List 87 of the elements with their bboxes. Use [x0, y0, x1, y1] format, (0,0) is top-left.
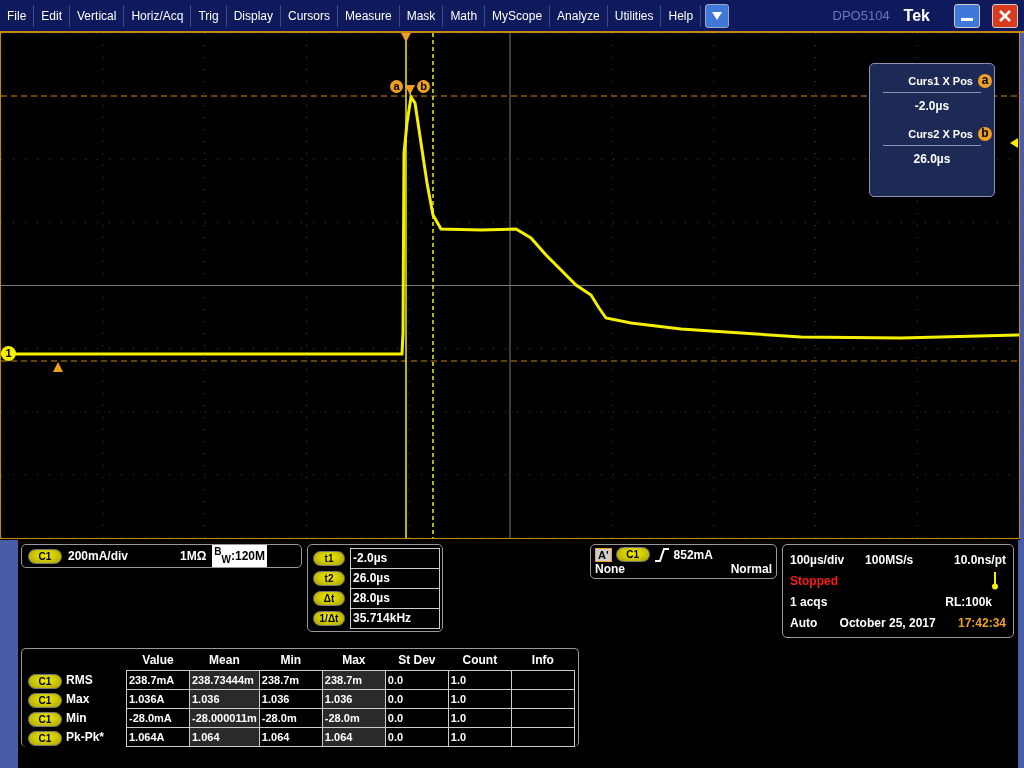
menu-item[interactable]: Display [226, 4, 281, 27]
model-name: DPO5104 [832, 8, 890, 23]
table-cell: 1.0 [448, 670, 512, 690]
column-header: Info [531, 653, 554, 667]
channel-badge: C1 [615, 547, 650, 562]
column-header: Min [280, 653, 302, 667]
cursor-label: b [417, 80, 430, 93]
caret-icon [712, 11, 723, 20]
column-header: St Dev [398, 653, 436, 667]
impedance: 1MΩ [180, 549, 207, 563]
menu-item[interactable]: Trig [191, 4, 227, 27]
brand-logo: Tek [903, 6, 930, 25]
menu-item[interactable]: Edit [34, 4, 71, 27]
trigger-level-icon[interactable] [1010, 138, 1018, 148]
acquisition-state: Stopped [790, 573, 838, 588]
thermometer-icon [992, 571, 998, 590]
menu-item[interactable]: File [0, 4, 35, 27]
close-icon [999, 9, 1011, 22]
cursor-value: 28.0µs [350, 588, 440, 609]
column-header: Max [342, 653, 366, 667]
measurement-name: Pk-Pk* [66, 727, 127, 747]
record-length: RL:100k [945, 594, 992, 609]
trigger-level: 852mA [673, 547, 713, 562]
cursor-button[interactable]: t2 [313, 570, 345, 586]
table-cell: 238.7m [259, 670, 323, 690]
column-header: Value [142, 653, 174, 667]
table-cell: 238.7m [322, 670, 386, 690]
minimize-button[interactable] [954, 3, 980, 28]
triangle-marker-icon [405, 85, 415, 95]
minimize-icon [961, 17, 973, 22]
menu-item[interactable]: Vertical [70, 4, 125, 27]
channel-badge[interactable]: C1 [28, 712, 62, 727]
measurement-name: Max [66, 689, 127, 709]
menu-item[interactable]: MyScope [485, 4, 551, 27]
column-header: Count [462, 653, 498, 667]
cursor-label: b [978, 127, 992, 141]
measurement-name: RMS [66, 670, 127, 690]
menu-item[interactable]: Horiz/Acq [124, 4, 192, 27]
channel-badge[interactable]: C1 [28, 731, 62, 746]
channel-marker[interactable]: 1 [1, 346, 16, 361]
menu-item[interactable]: Mask [399, 4, 444, 27]
table-cell: 238.73444m [189, 670, 260, 690]
vertical-cursor-line[interactable] [432, 33, 434, 538]
acquisition-panel[interactable]: 100µs/div 100MS/s 10.0ns/pt Stopped 1 acqs RL:100k Auto October 25, 2017 17:42:34 [782, 544, 1014, 638]
cursor-position-label: Curs1 X Pos [908, 75, 973, 87]
menu-item[interactable]: Cursors [281, 4, 338, 27]
cursor-label: a [978, 74, 992, 88]
menu-item[interactable]: Math [443, 4, 486, 27]
trigger-panel[interactable]: A' C1 852mA None Normal [590, 544, 777, 579]
channel-panel[interactable]: C1 200mA/div 1MΩ $^{B}$$_{W}$:120M [21, 544, 302, 568]
dropdown-button[interactable] [705, 3, 730, 28]
date: October 25, 2017 [839, 615, 936, 630]
channel-badge[interactable]: C1 [28, 548, 62, 564]
table-cell: 0.0 [385, 670, 449, 690]
cursor-position-value: 26.0µs [913, 152, 951, 166]
trigger-mode: Normal [730, 562, 772, 576]
cursor-position-label: Curs2 X Pos [908, 128, 973, 140]
triangle-marker-icon [53, 362, 63, 372]
resolution: 10.0ns/pt [953, 552, 1006, 567]
rising-edge-icon [653, 547, 670, 562]
time-scale: 100µs/div [790, 552, 845, 567]
cursor-label: a [390, 80, 403, 93]
channel-badge[interactable]: C1 [28, 674, 62, 689]
menu-item[interactable]: Analyze [550, 4, 608, 27]
menu-item[interactable]: Help [661, 4, 702, 27]
channel-badge[interactable]: C1 [28, 693, 62, 708]
measurement-name: Min [66, 708, 127, 728]
time: 17:42:34 [957, 615, 1006, 630]
acquisition-mode: Auto [790, 615, 818, 630]
menu-item[interactable]: Measure [338, 4, 400, 27]
cursor-button[interactable]: 1/Δt [313, 610, 345, 626]
trigger-coupling: None [595, 562, 625, 576]
cursor-button[interactable]: t1 [313, 550, 345, 566]
trigger-tag: A' [595, 547, 612, 562]
cursor-position-value: -2.0µs [914, 99, 950, 113]
acquisition-count: 1 acqs [790, 594, 828, 609]
cursor-button[interactable]: Δt [313, 590, 345, 606]
cursor-value: 35.714kHz [350, 608, 440, 629]
close-button[interactable] [992, 3, 1018, 28]
cursor-value: 26.0µs [350, 568, 440, 589]
column-header: Mean [209, 653, 240, 667]
cursor-value: -2.0µs [350, 548, 440, 569]
sample-rate: 100MS/s [865, 552, 914, 567]
table-cell [511, 670, 575, 690]
menu-item[interactable]: Utilities [607, 4, 662, 27]
table-cell: 238.7mA [126, 670, 190, 690]
vertical-scale: 200mA/div [68, 549, 129, 563]
